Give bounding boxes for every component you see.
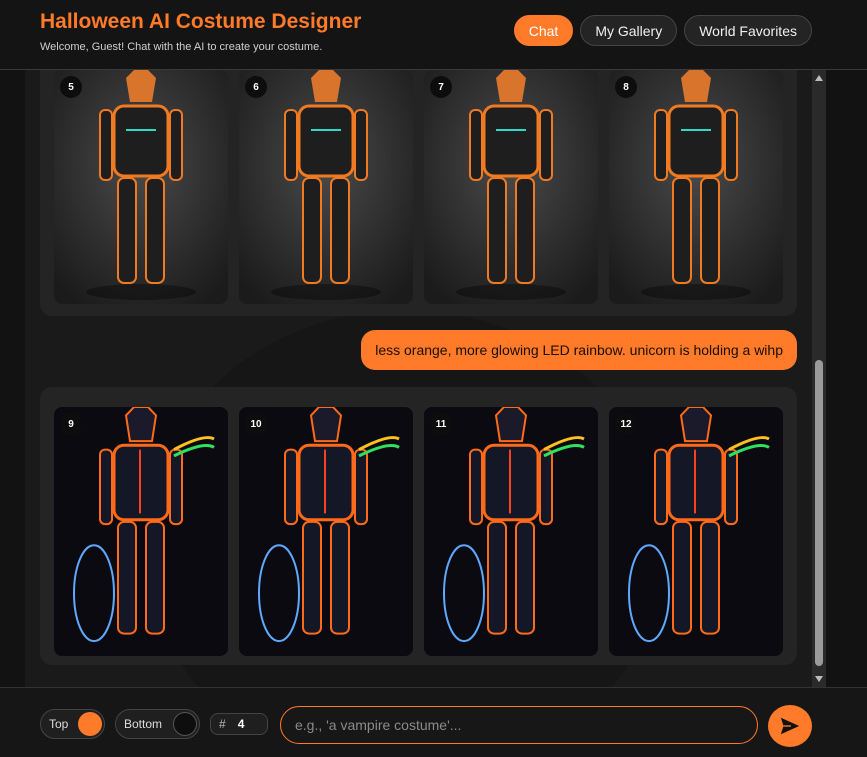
costume-figure-illustration — [239, 407, 413, 656]
ai-image-batch: 5 6 7 8 — [40, 70, 797, 316]
ai-image-batch: 9 10 11 12 — [40, 387, 797, 665]
costume-figure-illustration — [424, 407, 598, 656]
chat-input-bar: Top Bottom # 4 — [0, 687, 867, 757]
costume-figure-illustration — [54, 407, 228, 656]
chat-scrollbar[interactable] — [812, 70, 826, 687]
costume-image-thumbnail[interactable]: 6 — [239, 70, 413, 304]
costume-figure-illustration — [54, 70, 228, 304]
costume-figure-illustration — [239, 70, 413, 304]
app-title: Halloween AI Costume Designer — [40, 10, 362, 33]
costume-image-thumbnail[interactable]: 7 — [424, 70, 598, 304]
image-number-badge: 8 — [615, 76, 637, 98]
costume-figure-illustration — [424, 70, 598, 304]
main-nav: Chat My Gallery World Favorites — [513, 15, 812, 46]
costume-image-thumbnail[interactable]: 12 — [609, 407, 783, 656]
costume-figure-illustration — [609, 407, 783, 656]
app-header: Halloween AI Costume Designer Welcome, G… — [0, 0, 867, 70]
nav-gallery-button[interactable]: My Gallery — [580, 15, 678, 46]
app-subtitle: Welcome, Guest! Chat with the AI to crea… — [40, 41, 323, 53]
image-number-badge: 6 — [245, 76, 267, 98]
prompt-input[interactable] — [280, 706, 758, 744]
image-grid: 5 6 7 8 — [54, 70, 783, 304]
image-number-badge: 10 — [245, 413, 267, 435]
scroll-up-arrow-icon[interactable] — [815, 75, 823, 81]
user-message: less orange, more glowing LED rainbow. u… — [361, 330, 797, 370]
send-arrow-icon — [780, 717, 800, 735]
top-toggle[interactable]: Top — [40, 709, 105, 739]
image-number-badge: 9 — [60, 413, 82, 435]
bottom-toggle-label: Bottom — [124, 717, 163, 731]
send-button[interactable] — [768, 705, 812, 747]
top-toggle-indicator[interactable] — [78, 712, 102, 736]
costume-image-thumbnail[interactable]: 9 — [54, 407, 228, 656]
bottom-toggle-indicator[interactable] — [173, 712, 197, 736]
bottom-toggle[interactable]: Bottom — [115, 709, 200, 739]
hash-label: # — [219, 717, 226, 731]
costume-image-thumbnail[interactable]: 10 — [239, 407, 413, 656]
image-count-value: 4 — [237, 717, 245, 731]
costume-image-thumbnail[interactable]: 8 — [609, 70, 783, 304]
image-number-badge: 11 — [430, 413, 452, 435]
costume-image-thumbnail[interactable]: 5 — [54, 70, 228, 304]
scrollbar-thumb[interactable] — [815, 360, 823, 666]
image-number-badge: 7 — [430, 76, 452, 98]
scroll-down-arrow-icon[interactable] — [815, 676, 823, 682]
top-toggle-label: Top — [49, 717, 69, 731]
nav-chat-button[interactable]: Chat — [513, 15, 574, 46]
costume-image-thumbnail[interactable]: 11 — [424, 407, 598, 656]
image-count-field[interactable]: # 4 — [210, 713, 268, 735]
costume-figure-illustration — [609, 70, 783, 304]
image-grid: 9 10 11 12 — [54, 407, 783, 656]
image-number-badge: 12 — [615, 413, 637, 435]
chat-history[interactable]: 5 6 7 8 less orange, more glowing LED rainb… — [25, 70, 812, 687]
nav-world-favorites-button[interactable]: World Favorites — [684, 15, 812, 46]
image-number-badge: 5 — [60, 76, 82, 98]
